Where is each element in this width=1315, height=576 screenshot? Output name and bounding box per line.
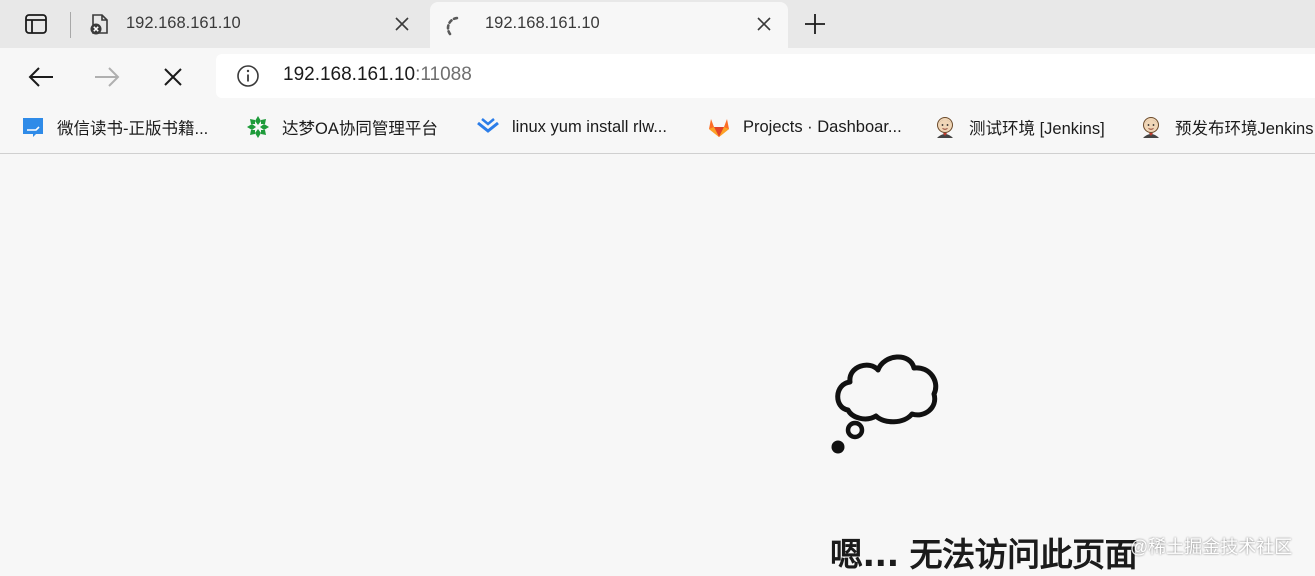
bookmarks-bar: 微信读书-正版书籍... 达梦OA协同管理平台 linux yum instal… (0, 104, 1315, 154)
tab-strip: 192.168.161.10 192.168.161.10 (0, 0, 1315, 48)
url-text[interactable]: 192.168.161.10:11088 (283, 64, 472, 86)
back-button[interactable] (24, 60, 58, 94)
bookmark-label: linux yum install rlw... (512, 117, 667, 136)
back-arrow-icon (28, 67, 53, 87)
page-error-icon (90, 14, 108, 35)
bookmark-gitlab[interactable]: Projects · Dashboar... (707, 114, 902, 140)
url-host: 192.168.161.10 (283, 64, 416, 85)
error-title: 嗯... 无法访问此页面 (830, 535, 1138, 574)
jenkins-icon (937, 117, 953, 138)
bookmark-label: Projects · Dashboar... (743, 117, 902, 136)
tab-actions-icon (25, 14, 47, 34)
bookmark-jenkins-pre[interactable]: 预发布环境Jenkins (1139, 114, 1313, 140)
tab-title: 192.168.161.10 (126, 14, 241, 32)
stop-button[interactable] (156, 60, 190, 94)
watermark-text: @稀土掘金技术社区 (1130, 537, 1293, 557)
forward-arrow-icon (95, 67, 120, 87)
tab-active[interactable]: 192.168.161.10 (430, 2, 788, 48)
bookmark-jenkins-test[interactable]: 测试环境 [Jenkins] (933, 114, 1105, 140)
bookmark-label: 预发布环境Jenkins (1175, 120, 1314, 138)
toolbar: 192.168.161.10:11088 (0, 48, 1315, 104)
plus-icon (805, 14, 825, 34)
bookmark-linux-yum[interactable]: linux yum install rlw... (476, 114, 667, 140)
tab-title: 192.168.161.10 (485, 14, 600, 32)
gitlab-icon (709, 119, 729, 137)
address-bar[interactable]: 192.168.161.10:11088 (216, 54, 1315, 98)
bookmark-weread[interactable]: 微信读书-正版书籍... (21, 114, 208, 140)
tab-inactive[interactable]: 192.168.161.10 (76, 0, 426, 48)
new-tab-button[interactable] (800, 10, 830, 38)
stop-icon (164, 68, 182, 86)
blue-chevrons-icon (477, 118, 499, 133)
close-icon (757, 17, 771, 31)
bookmark-label: 达梦OA协同管理平台 (282, 120, 438, 138)
bookmark-label: 微信读书-正版书籍... (57, 120, 209, 138)
url-port: :11088 (415, 64, 472, 85)
close-icon (395, 17, 409, 31)
dameng-oa-icon (247, 116, 269, 138)
tab-separator (70, 12, 71, 38)
jenkins-icon (1143, 117, 1159, 138)
tab-close-button[interactable] (754, 14, 774, 34)
site-info-icon[interactable] (236, 64, 260, 88)
bookmark-dameng-oa[interactable]: 达梦OA协同管理平台 (246, 114, 438, 140)
forward-button[interactable] (90, 60, 124, 94)
weread-icon (23, 118, 43, 137)
bookmark-label: 测试环境 [Jenkins] (969, 120, 1105, 138)
tab-close-button[interactable] (392, 14, 412, 34)
loading-spinner-icon (446, 16, 460, 36)
tab-actions-button[interactable] (18, 10, 54, 38)
thought-cloud-icon (831, 354, 939, 454)
